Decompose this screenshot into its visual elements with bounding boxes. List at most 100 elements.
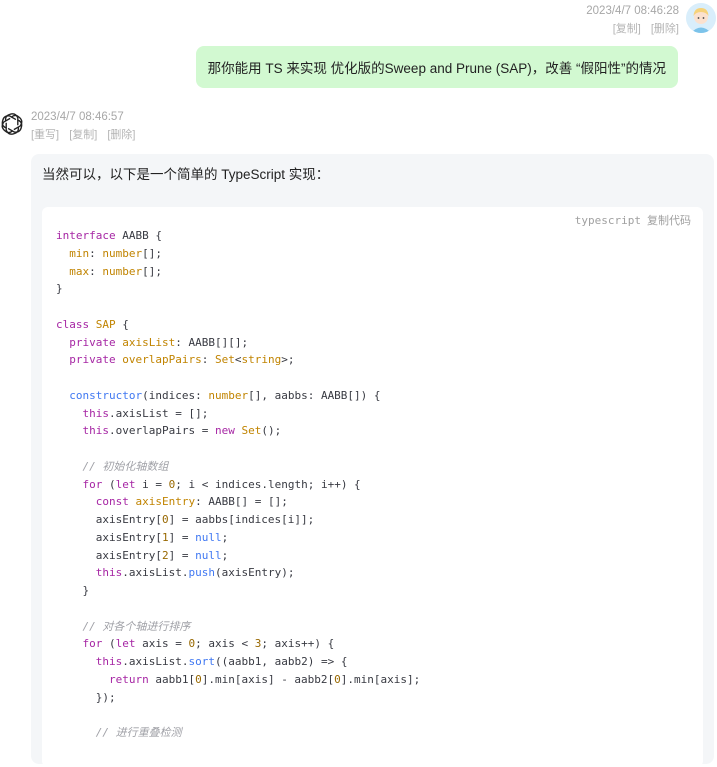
code-token: : AABB[][];: [175, 335, 249, 349]
code-line: for (let axis = 0; axis < 3; axis++) {: [56, 635, 703, 653]
copy-button[interactable]: [复制]: [613, 23, 641, 35]
user-avatar: [686, 3, 716, 33]
code-token: aabb1[: [148, 672, 196, 686]
code-token: number: [102, 246, 143, 260]
code-token: let: [115, 477, 136, 491]
code-token: i =: [135, 477, 169, 491]
user-message-timestamp: 2023/4/7 08:46:28: [586, 5, 679, 17]
code-token: 0: [334, 672, 341, 686]
code-token: class: [56, 317, 90, 331]
code-token: constructor: [69, 388, 143, 402]
bot-message-bubble: 当然可以，以下是一个简单的 TypeScript 实现： typescript 复…: [31, 154, 714, 767]
user-avatar-icon: [686, 3, 716, 33]
user-message-meta: 2023/4/7 08:46:28 [复制] [删除]: [586, 4, 679, 36]
code-token: (indices:: [142, 388, 209, 402]
code-line: }: [56, 280, 703, 298]
code-token: this: [82, 424, 110, 438]
code-block-header: typescript 复制代码: [575, 212, 691, 228]
code-line: private axisList: AABB[][];: [56, 334, 703, 352]
code-line: axisEntry[2] = null;: [56, 547, 703, 565]
bot-message-timestamp: 2023/4/7 08:46:57: [31, 111, 124, 123]
code-line: });: [56, 689, 703, 707]
code-token: axisEntry[: [56, 548, 162, 562]
bot-message-actions: [重写] [复制] [删除]: [31, 128, 143, 142]
bot-message-meta: 2023/4/7 08:46:57 [重写] [复制] [删除]: [31, 110, 143, 142]
user-message: 2023/4/7 08:46:28 [复制] [删除] 那你能用 TS 来实现 …: [0, 0, 717, 100]
code-language-label: typescript: [574, 214, 641, 227]
code-token: (: [102, 637, 116, 651]
code-token: ();: [261, 424, 282, 438]
code-token: }: [56, 282, 63, 296]
code-line: class SAP {: [56, 316, 703, 334]
code-line: // 进行重叠检测: [56, 724, 703, 742]
code-token: [];: [142, 246, 162, 260]
code-token: number: [208, 388, 249, 402]
code-token: (: [102, 477, 116, 491]
code-token: null: [195, 548, 222, 562]
delete-button[interactable]: [删除]: [107, 129, 135, 141]
code-token: 0: [195, 672, 202, 686]
code-line: // 对各个轴进行排序: [56, 618, 703, 636]
code-token: [], aabbs: AABB[]) {: [248, 388, 381, 402]
code-token: ;: [221, 548, 229, 562]
code-token: :: [89, 246, 103, 260]
code-token: });: [56, 690, 116, 704]
code-token: axisEntry: [135, 495, 196, 509]
code-line: axisEntry[1] = null;: [56, 529, 703, 547]
code-token: 2: [161, 548, 169, 562]
code-line: const axisEntry: AABB[] = [];: [56, 493, 703, 511]
code-token: .axisList.: [122, 655, 189, 668]
code-token: this: [82, 406, 110, 420]
code-token: ;: [221, 530, 229, 544]
code-token: axisList: [122, 335, 176, 349]
code-token: return: [108, 672, 149, 686]
copy-code-button[interactable]: 复制代码: [647, 215, 691, 227]
code-token: axis =: [135, 637, 189, 651]
code-token: ] =: [168, 548, 196, 562]
code-token: :: [89, 264, 103, 278]
code-line: this.axisList.push(axisEntry);: [56, 564, 703, 582]
code-content: interface AABB { min: number[]; max: num…: [56, 212, 703, 742]
code-token: private: [69, 335, 116, 349]
code-line: constructor(indices: number[], aabbs: AA…: [56, 387, 703, 405]
code-token: min: [69, 246, 90, 260]
code-line: this.overlapPairs = new Set();: [56, 422, 703, 440]
code-token: >;: [281, 353, 295, 367]
code-line: return aabb1[0].min[axis] - aabb2[0].min…: [56, 671, 703, 689]
code-token: ].min[axis] - aabb2[: [201, 672, 335, 686]
code-token: // 进行重叠检测: [56, 726, 182, 739]
code-token: AABB {: [115, 229, 162, 242]
code-token: ; axis++) {: [261, 637, 335, 651]
rewrite-button[interactable]: [重写]: [31, 129, 59, 141]
code-token: let: [115, 637, 136, 651]
openai-logo-icon: [1, 113, 23, 135]
code-line: this.axisList.sort((aabb1, aabb2) => {: [56, 653, 703, 671]
code-line: max: number[];: [56, 263, 703, 281]
code-token: .axisList.: [122, 566, 189, 580]
copy-button[interactable]: [复制]: [69, 129, 97, 141]
code-token: (axisEntry);: [214, 566, 295, 580]
delete-button[interactable]: [删除]: [651, 23, 679, 35]
code-token: null: [195, 530, 222, 544]
code-token: {: [115, 317, 129, 331]
code-token: : AABB[] = [];: [195, 495, 288, 509]
code-token: Set: [241, 424, 262, 438]
code-line: interface AABB {: [56, 227, 703, 245]
code-line: }: [56, 582, 703, 600]
code-token: ((aabb1, aabb2) => {: [214, 655, 348, 668]
code-token: for: [82, 637, 103, 651]
